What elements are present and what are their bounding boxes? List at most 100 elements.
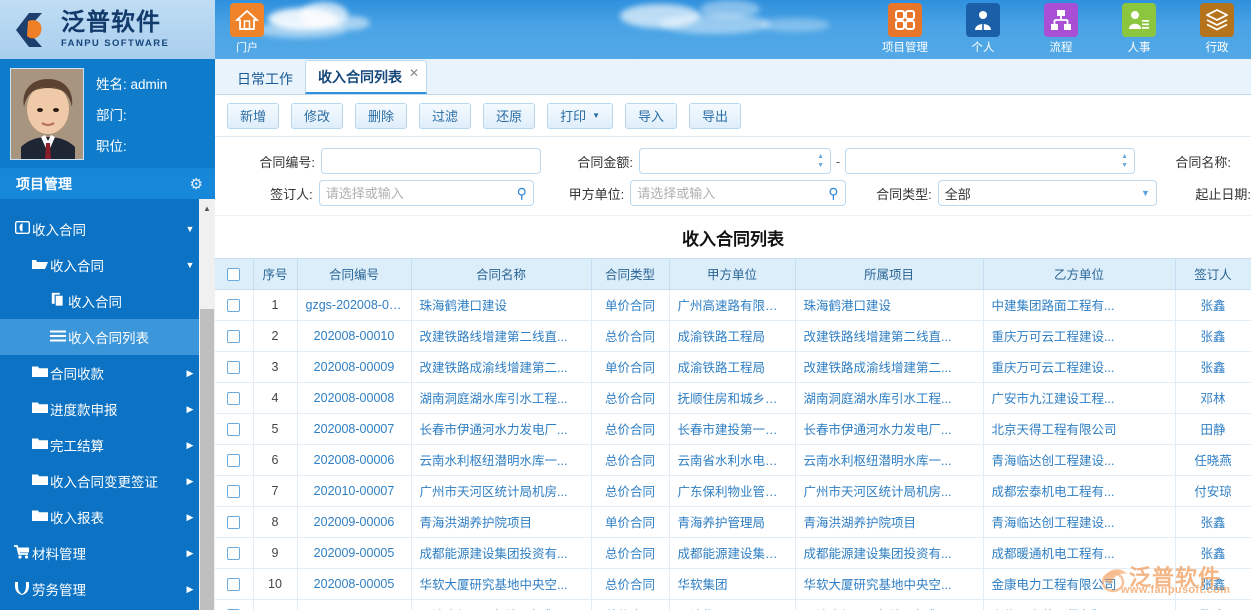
column-header-7[interactable]: 乙方单位: [983, 259, 1175, 289]
topnav-item-0[interactable]: 项目管理: [879, 3, 931, 55]
row-checkbox[interactable]: [227, 330, 240, 343]
row-checkbox-cell[interactable]: [215, 506, 253, 537]
cell-no: 1: [253, 289, 297, 320]
sidebar-menu-item-5[interactable]: 进度款申报▶: [0, 391, 199, 427]
column-header-6[interactable]: 所属项目: [795, 259, 983, 289]
signer-input[interactable]: ⚲: [319, 180, 534, 206]
party-a-input[interactable]: ⚲: [630, 180, 845, 206]
column-header-1[interactable]: 序号: [253, 259, 297, 289]
table-row[interactable]: 9202009-00005成都能源建设集团投资有...总价合同成都能源建设集团.…: [215, 537, 1251, 568]
spinner-icon[interactable]: ▲▼: [817, 153, 824, 169]
search-icon[interactable]: ⚲: [517, 185, 527, 202]
party-a-field[interactable]: [637, 186, 828, 201]
row-checkbox[interactable]: [227, 423, 240, 436]
portal-button[interactable]: 门户: [222, 3, 272, 55]
row-checkbox-cell[interactable]: [215, 382, 253, 413]
row-checkbox-cell[interactable]: [215, 444, 253, 475]
sidebar-menu-item-2[interactable]: 收入合同: [0, 283, 199, 319]
row-checkbox-cell[interactable]: [215, 568, 253, 599]
sidebar-menu-item-7[interactable]: 收入合同变更签证▶: [0, 463, 199, 499]
table-row[interactable]: 3202008-00009改建铁路成渝线增建第二...单价合同成渝铁路工程局改建…: [215, 351, 1251, 382]
scrollbar-thumb[interactable]: [200, 309, 214, 610]
sidebar-menu-item-0[interactable]: 收入合同▼: [0, 211, 199, 247]
contract-type-select[interactable]: 全部 ▼: [938, 180, 1157, 206]
brand-logo[interactable]: 泛普软件 FANPU SOFTWARE: [0, 0, 215, 59]
amount-from-input[interactable]: ▲▼: [639, 148, 831, 174]
contract-grid: 序号合同编号合同名称合同类型甲方单位所属项目乙方单位签订人 1gzgs-2020…: [215, 259, 1251, 610]
tab-0[interactable]: 日常工作: [225, 64, 305, 94]
menu-item-partial[interactable]: 📁 ▼: [0, 199, 199, 211]
table-row[interactable]: 6202008-00006云南水利枢纽潜明水库一...总价合同云南省水利水电工.…: [215, 444, 1251, 475]
sidebar-menu-item-8[interactable]: 收入报表▶: [0, 499, 199, 535]
row-checkbox[interactable]: [227, 361, 240, 374]
row-checkbox[interactable]: [227, 578, 240, 591]
column-header-5[interactable]: 甲方单位: [669, 259, 795, 289]
column-header-3[interactable]: 合同名称: [411, 259, 591, 289]
table-row[interactable]: 11202009-00004万达广场35#会所及咖啡...总价合同万达集团万达广…: [215, 599, 1251, 610]
table-row[interactable]: 4202008-00008湖南洞庭湖水库引水工程...总价合同抚顺住房和城乡建.…: [215, 382, 1251, 413]
menu-arrow-icon: ▼: [181, 224, 199, 234]
spinner-icon[interactable]: ▲▼: [1121, 153, 1128, 169]
amount-to-input[interactable]: ▲▼: [845, 148, 1135, 174]
row-checkbox[interactable]: [227, 454, 240, 467]
column-header-4[interactable]: 合同类型: [591, 259, 669, 289]
row-checkbox-cell[interactable]: [215, 351, 253, 382]
chevron-down-icon[interactable]: ▼: [1141, 188, 1150, 198]
gear-icon[interactable]: ⚙: [190, 175, 203, 193]
column-header-0[interactable]: [215, 259, 253, 289]
signer-field[interactable]: [326, 186, 517, 201]
table-row[interactable]: 7202010-00007广州市天河区统计局机房...总价合同广东保利物业管理.…: [215, 475, 1251, 506]
table-row[interactable]: 10202008-00005华软大厦研究基地中央空...总价合同华软集团华软大厦…: [215, 568, 1251, 599]
amount-from-field[interactable]: [646, 154, 817, 169]
toolbar-button-7[interactable]: 导出: [689, 103, 741, 129]
sidebar-menu-item-10[interactable]: 劳务管理▶: [0, 571, 199, 607]
sidebar-scrollbar[interactable]: ▲: [199, 199, 215, 610]
toolbar-button-1[interactable]: 修改: [291, 103, 343, 129]
scroll-up-arrow-icon[interactable]: ▲: [199, 199, 215, 217]
row-checkbox[interactable]: [227, 299, 240, 312]
sidebar-menu-item-1[interactable]: 收入合同▼: [0, 247, 199, 283]
row-checkbox[interactable]: [227, 547, 240, 560]
amount-to-field[interactable]: [852, 154, 1121, 169]
table-row[interactable]: 2202008-00010改建铁路线增建第二线直...总价合同成渝铁路工程局改建…: [215, 320, 1251, 351]
row-checkbox-cell[interactable]: [215, 537, 253, 568]
row-checkbox[interactable]: [227, 485, 240, 498]
table-row[interactable]: 5202008-00007长春市伊通河水力发电厂...总价合同长春市建投第一水.…: [215, 413, 1251, 444]
topnav-item-2[interactable]: 流程: [1035, 3, 1087, 55]
row-checkbox[interactable]: [227, 392, 240, 405]
table-row[interactable]: 1gzgs-202008-00...珠海鹤港口建设单价合同广州高速路有限公司珠海…: [215, 289, 1251, 320]
toolbar-button-5[interactable]: 打印▼: [547, 103, 613, 129]
row-checkbox-cell[interactable]: [215, 289, 253, 320]
column-header-2[interactable]: 合同编号: [297, 259, 411, 289]
toolbar-button-4[interactable]: 还原: [483, 103, 535, 129]
topnav-item-3[interactable]: 人事: [1113, 3, 1165, 55]
row-checkbox-cell[interactable]: [215, 475, 253, 506]
sidebar-menu-item-9[interactable]: 材料管理▶: [0, 535, 199, 571]
cell-project: 改建铁路成渝线增建第二...: [795, 351, 983, 382]
toolbar-button-3[interactable]: 过滤: [419, 103, 471, 129]
column-header-8[interactable]: 签订人: [1175, 259, 1251, 289]
amount-label: 合同金额:: [563, 152, 633, 171]
row-checkbox-cell[interactable]: [215, 320, 253, 351]
search-icon[interactable]: ⚲: [828, 185, 838, 202]
select-all-checkbox[interactable]: [227, 268, 240, 281]
tab-1[interactable]: 收入合同列表✕: [305, 60, 427, 94]
row-checkbox[interactable]: [227, 516, 240, 529]
row-checkbox-cell[interactable]: [215, 599, 253, 610]
row-checkbox-cell[interactable]: [215, 413, 253, 444]
topnav-item-4[interactable]: 行政: [1191, 3, 1243, 55]
contract-no-input[interactable]: [321, 148, 541, 174]
chevron-down-icon[interactable]: ▼: [592, 111, 600, 120]
sidebar-menu-item-6[interactable]: 完工结算▶: [0, 427, 199, 463]
toolbar-button-6[interactable]: 导入: [625, 103, 677, 129]
toolbar-button-0[interactable]: 新增: [227, 103, 279, 129]
toolbar-button-2[interactable]: 删除: [355, 103, 407, 129]
cell-no: 5: [253, 413, 297, 444]
sidebar-menu-item-4[interactable]: 合同收款▶: [0, 355, 199, 391]
cell-name: 改建铁路成渝线增建第二...: [411, 351, 591, 382]
close-icon[interactable]: ✕: [409, 66, 419, 80]
table-row[interactable]: 8202009-00006青海洪湖养护院项目单价合同青海养护管理局青海洪湖养护院…: [215, 506, 1251, 537]
contract-no-field[interactable]: [328, 154, 534, 169]
sidebar-menu-item-3[interactable]: 收入合同列表: [0, 319, 199, 355]
topnav-item-1[interactable]: 个人: [957, 3, 1009, 55]
